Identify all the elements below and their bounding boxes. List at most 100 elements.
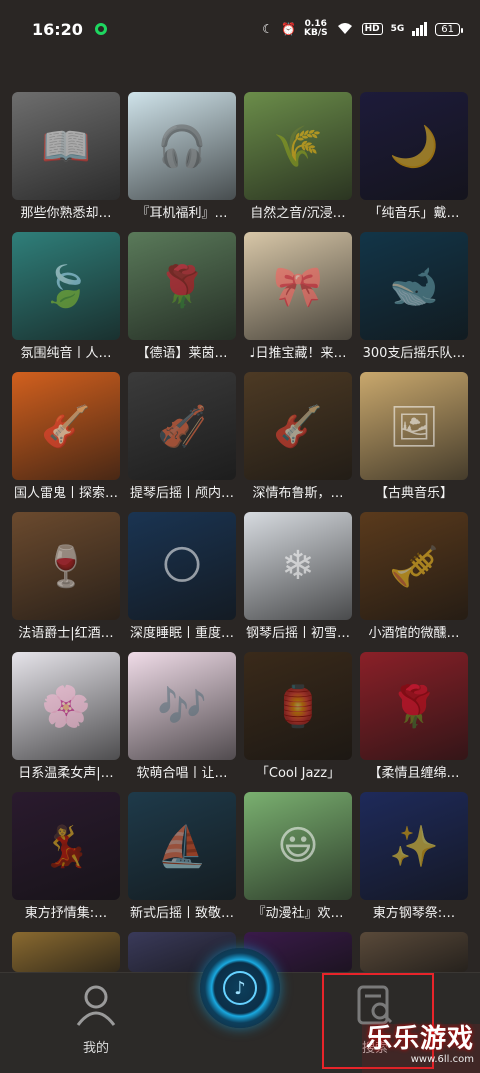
playlist-cover-image — [12, 932, 120, 972]
playlist-title: 『动漫社』欢… — [252, 906, 344, 921]
playlist-card[interactable]: 🌹 【柔情且缠绵… — [360, 652, 468, 792]
playlist-title: 自然之音/沉浸… — [250, 206, 346, 221]
dinner-icon: 🍷 — [41, 543, 91, 590]
playlist-card[interactable]: 🎀 ♩日推宝藏！来… — [244, 232, 352, 372]
chibi-girls-icon: 🎶 — [157, 683, 207, 730]
now-playing-button[interactable]: ♪ — [200, 948, 280, 1028]
playlist-card[interactable]: 🏮 「Cool Jazz」 — [244, 652, 352, 792]
playlist-cover-image: ⛵ — [128, 792, 236, 900]
app-indicator-icon — [94, 23, 107, 35]
playlist-cover-image: 🎀 — [244, 232, 352, 340]
playlist-cover-image: 📖 — [12, 92, 120, 200]
playlist-grid: 📖 那些你熟悉却… 🎧 『耳机福利』… 🌾 自然之音/沉浸… 🌙 「纯音乐」戴… 🍃 氛围纯音丨人… — [12, 92, 468, 1072]
playlist-cover-image: 🌾 — [244, 92, 352, 200]
playlist-title: 【柔情且缠绵… — [368, 766, 460, 781]
playlist-title: 那些你熟悉却… — [20, 206, 112, 221]
playlist-card[interactable]: 🎶 软萌合唱丨让… — [128, 652, 236, 792]
playlist-card[interactable]: 🐋 300支后摇乐队… — [360, 232, 468, 372]
grass-field-icon: 🌾 — [273, 123, 323, 170]
playlist-title: 「Cool Jazz」 — [255, 766, 341, 781]
bar-band-icon: 🎺 — [389, 543, 439, 590]
playlist-card[interactable]: 🌾 自然之音/沉浸… — [244, 92, 352, 232]
playlist-title: 【德语】莱茵… — [136, 346, 228, 361]
playlist-card[interactable]: 🎸 国人雷鬼丨探索… — [12, 372, 120, 512]
playlist-title: ♩日推宝藏！来… — [249, 346, 347, 361]
playlist-card[interactable]: 🌙 「纯音乐」戴… — [360, 92, 468, 232]
playlist-cover-image: 🎻 — [128, 372, 236, 480]
playlist-cover-image: 🏮 — [244, 652, 352, 760]
guitarist-icon: 🎸 — [41, 403, 91, 450]
playlist-cover-image: 🎸 — [244, 372, 352, 480]
playlist-cover-image: 🎧 — [128, 92, 236, 200]
battery-indicator: 61 — [435, 22, 463, 36]
playlist-title: 日系温柔女声|… — [18, 766, 114, 781]
playlist-card[interactable]: ⛵ 新式后摇丨致敬… — [128, 792, 236, 932]
playlist-title: 法语爵士|红酒… — [18, 626, 114, 641]
playlist-cover-image: 🌹 — [360, 652, 468, 760]
playlist-cover-image: 🍷 — [12, 512, 120, 620]
person-reading-icon: 📖 — [41, 123, 91, 170]
playlist-card[interactable]: 🎺 小酒馆的微醺… — [360, 512, 468, 652]
playlist-card[interactable]: 💃 東方抒情集:… — [12, 792, 120, 932]
playlist-cover-image: 🐋 — [360, 232, 468, 340]
playlist-cover-image: 🌕 — [128, 512, 236, 620]
playlist-cover-image — [360, 932, 468, 972]
playlist-card[interactable]: ❄ 钢琴后摇丨初雪… — [244, 512, 352, 652]
playlist-cover-image: 🌸 — [12, 652, 120, 760]
playlist-card[interactable]: 🌸 日系温柔女声|… — [12, 652, 120, 792]
playlist-title: 300支后摇乐队… — [362, 346, 466, 361]
moon-tree-icon: 🌙 — [389, 123, 439, 170]
playlist-card[interactable]: 📖 那些你熟悉却… — [12, 92, 120, 232]
playlist-card[interactable]: 🖼 【古典音乐】 — [360, 372, 468, 512]
playlist-card[interactable]: 🌕 深度睡眠丨重度… — [128, 512, 236, 652]
playlist-title: 深度睡眠丨重度… — [129, 626, 234, 641]
whale-icon: 🐋 — [389, 263, 439, 310]
playlist-cover-image: ✨ — [360, 792, 468, 900]
playlist-card[interactable]: 🍃 氛围纯音丨人… — [12, 232, 120, 372]
rose-man-icon: 🌹 — [389, 683, 439, 730]
playlist-title: 国人雷鬼丨探索… — [13, 486, 118, 501]
night-street-icon: 🏮 — [273, 683, 323, 730]
playlist-card[interactable]: 🎸 深情布鲁斯，… — [244, 372, 352, 512]
playlist-title: 「纯音乐」戴… — [368, 206, 460, 221]
playlist-card[interactable]: ✨ 東方钢琴祭:… — [360, 792, 468, 932]
painting-icon: 🖼 — [388, 403, 440, 450]
playlist-title: 東方抒情集:… — [24, 906, 108, 921]
anime-girls-icon: 🎧 — [157, 123, 207, 170]
playlist-card[interactable]: 🌹 【德语】莱茵… — [128, 232, 236, 372]
nav-mine[interactable]: 我的 — [60, 983, 132, 1056]
ship-icon: ⛵ — [157, 823, 207, 870]
playlist-cover-image: 🌹 — [128, 232, 236, 340]
playlist-title: 東方钢琴祭:… — [372, 906, 456, 921]
partial-icon — [360, 932, 468, 972]
playlist-title: 【古典音乐】 — [374, 486, 453, 501]
playlist-cover-image: 🎸 — [12, 372, 120, 480]
playlist-title: 『耳机福利』… — [136, 206, 228, 221]
nav-mine-label: 我的 — [82, 1041, 109, 1056]
playlist-card[interactable]: 🎧 『耳机福利』… — [128, 92, 236, 232]
moon-icon: ☾ — [262, 22, 274, 36]
playlist-cover-image: 💃 — [12, 792, 120, 900]
playlist-card[interactable]: 🎻 提琴后摇丨颅内… — [128, 372, 236, 512]
playlist-cover-image: 🎶 — [128, 652, 236, 760]
status-time: 16:20 — [32, 19, 83, 39]
playlist-title: 小酒馆的微醺… — [368, 626, 460, 641]
woman-portrait-icon: 🌹 — [157, 263, 207, 310]
playlist-title: 深情布鲁斯，… — [252, 486, 344, 501]
playlist-cover-image: ❄ — [244, 512, 352, 620]
playlist-title: 软萌合唱丨让… — [136, 766, 228, 781]
network-speed: 0.16 KB/S — [303, 19, 328, 38]
playlist-title: 提琴后摇丨颅内… — [129, 486, 234, 501]
playlist-card[interactable]: 🍷 法语爵士|红酒… — [12, 512, 120, 652]
anime-girl-2-icon: 🌸 — [41, 683, 91, 730]
playlist-cover-image: 😃 — [244, 792, 352, 900]
hd-badge: HD — [361, 23, 383, 35]
guitar-man-icon: 🎸 — [273, 403, 323, 450]
watermark-logo: 乐乐游戏 www.6ll.com — [362, 1024, 480, 1073]
snow-trees-icon: ❄ — [281, 543, 315, 589]
playlist-card[interactable]: 😃 『动漫社』欢… — [244, 792, 352, 932]
playlist-title: 钢琴后摇丨初雪… — [245, 626, 350, 641]
playlist-cover-image: 🖼 — [360, 372, 468, 480]
girl-leaves-icon: 🍃 — [41, 263, 91, 310]
signal-icon — [412, 22, 428, 36]
